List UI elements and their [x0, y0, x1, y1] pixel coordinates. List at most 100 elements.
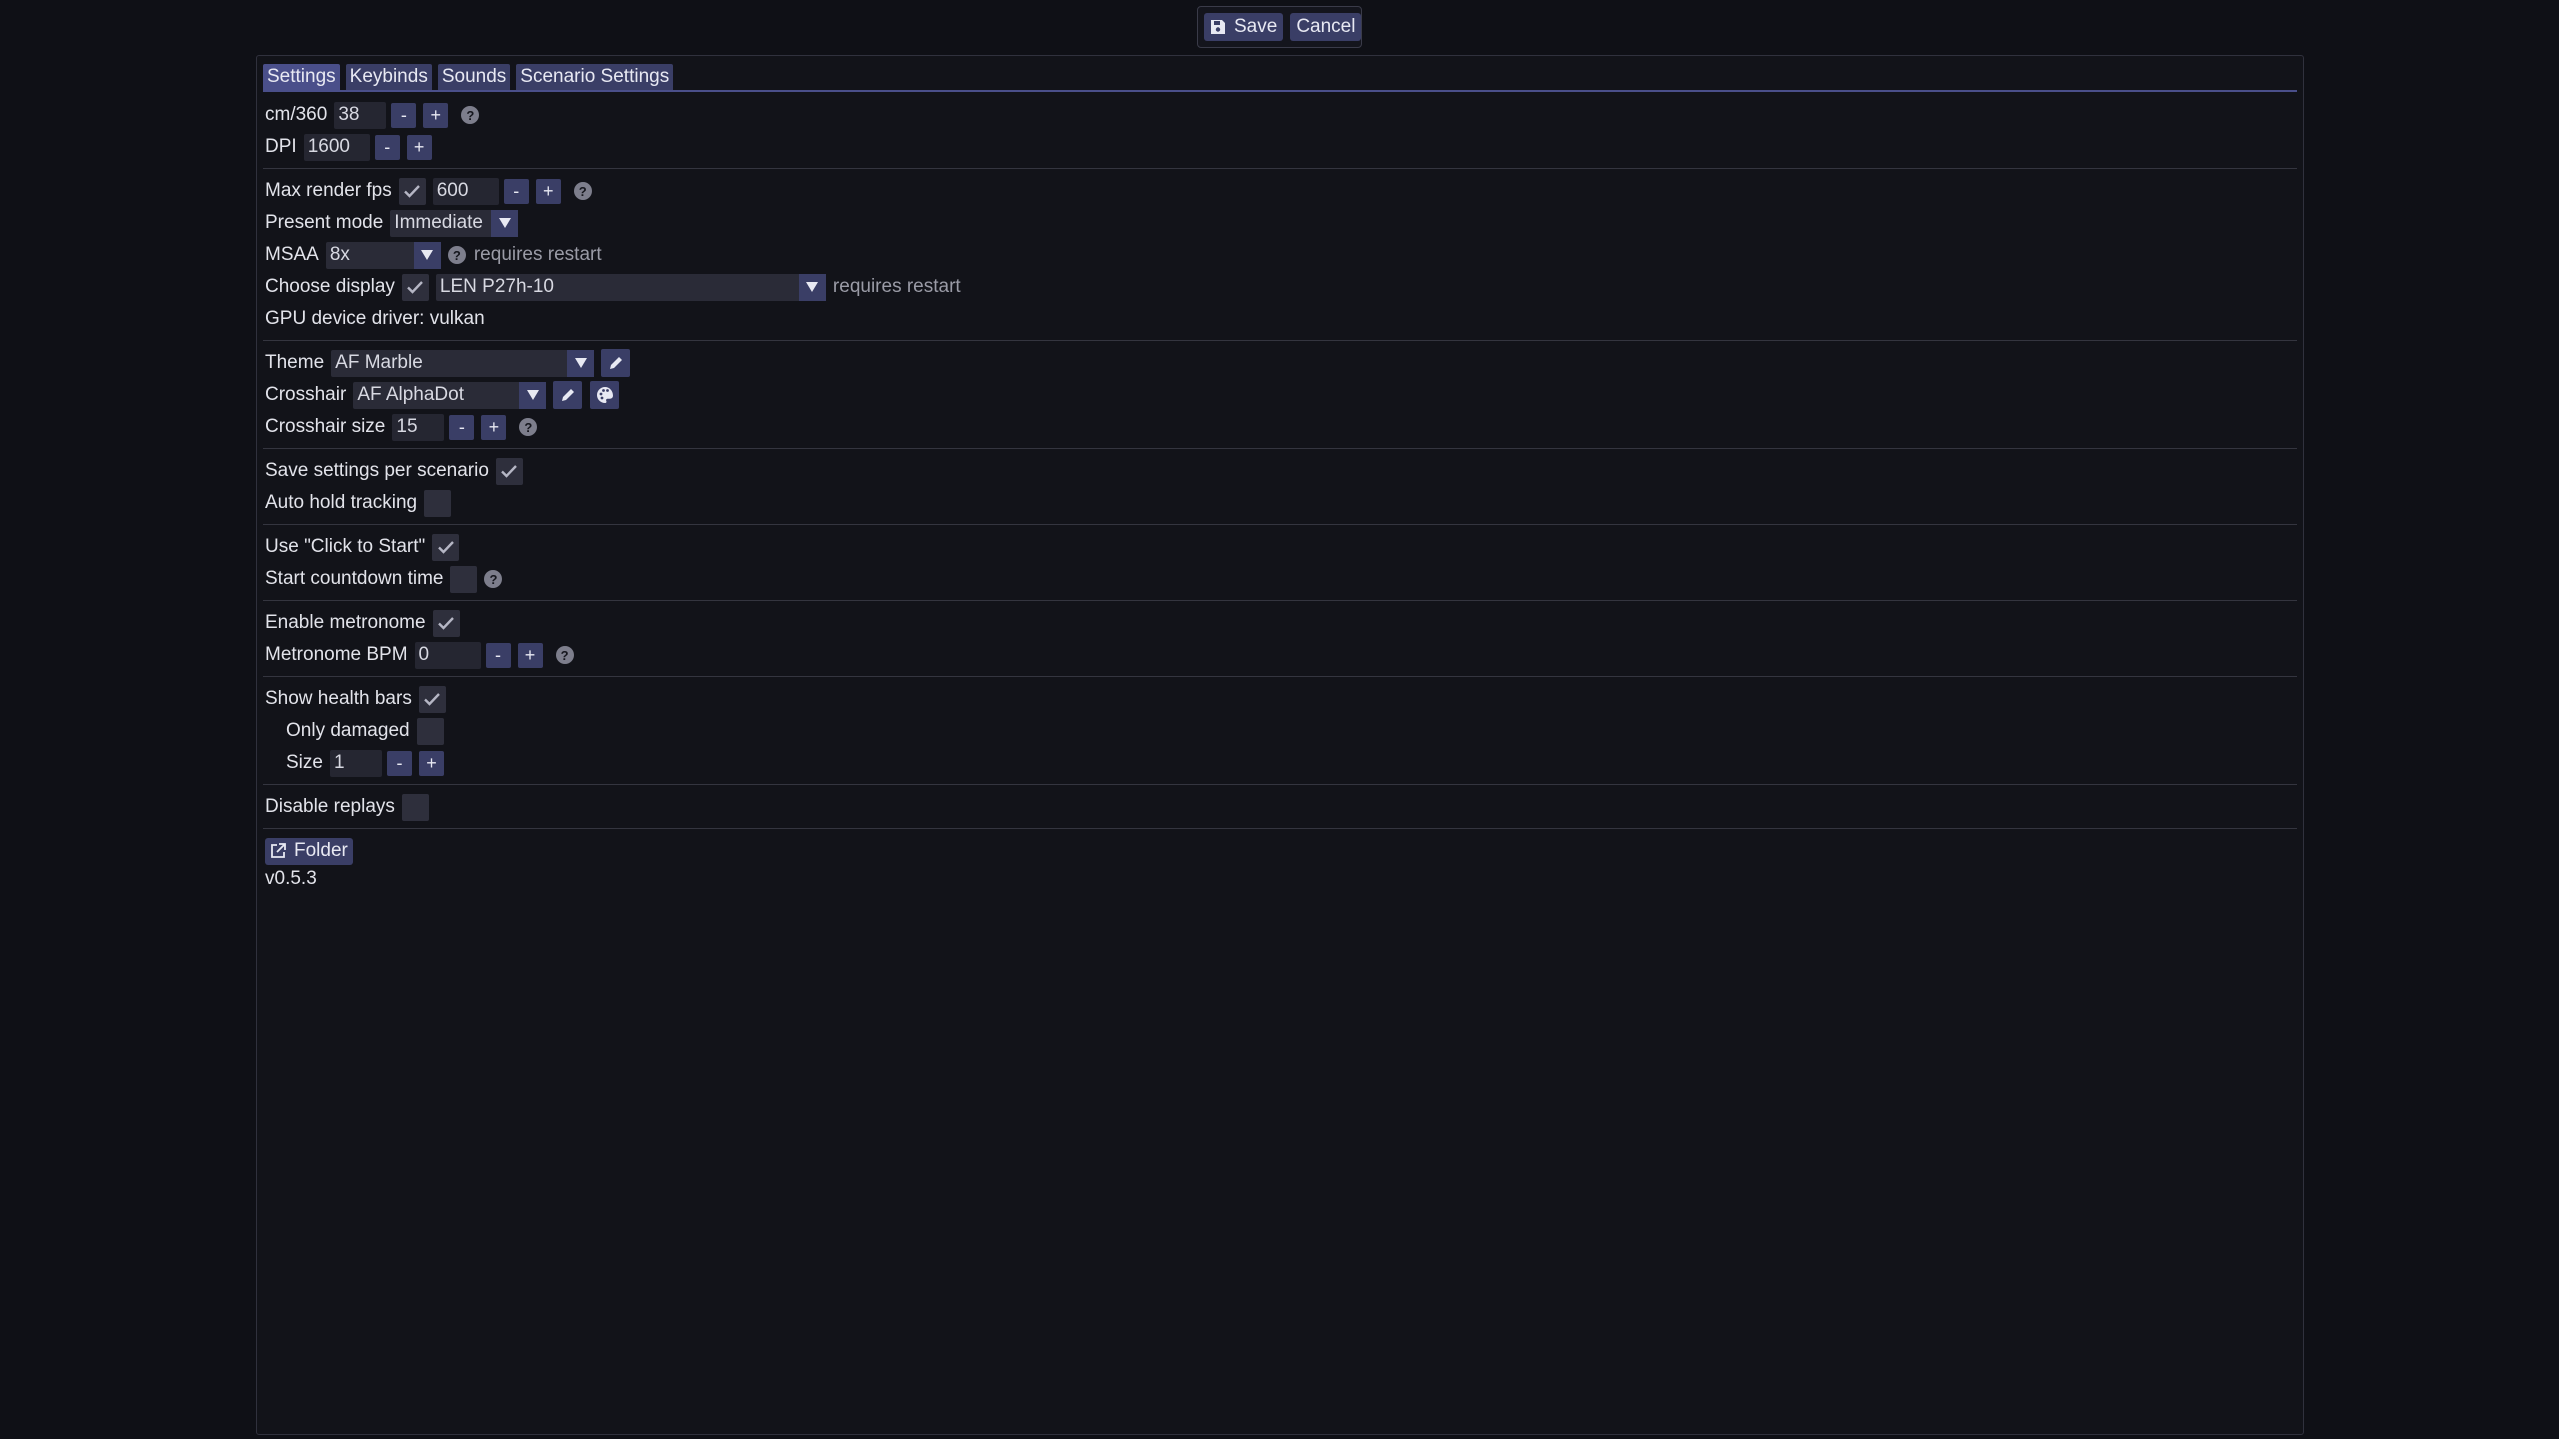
settings-panel: Settings Keybinds Sounds Scenario Settin… — [256, 55, 2304, 1435]
dpi-increment-button[interactable]: + — [406, 134, 432, 160]
metronome-bpm-label: Metronome BPM — [265, 644, 408, 665]
disable-replays-row: Disable replays — [265, 791, 2297, 823]
settings-content: cm/360 38 - + ? DPI 1600 - + Max render … — [263, 99, 2297, 891]
dropdown-arrow-icon — [413, 241, 441, 269]
checkmark-icon — [424, 693, 441, 706]
cm360-input[interactable]: 38 — [334, 101, 387, 129]
save-per-scenario-label: Save settings per scenario — [265, 460, 489, 481]
display-restart-note: requires restart — [832, 276, 961, 297]
choose-display-checkbox[interactable] — [401, 273, 429, 301]
cm360-help-icon[interactable]: ? — [461, 106, 480, 124]
divider — [263, 340, 2297, 341]
cm360-increment-button[interactable]: + — [423, 102, 449, 128]
dpi-row: DPI 1600 - + — [265, 131, 2297, 163]
crosshair-size-increment-button[interactable]: + — [481, 414, 507, 440]
metronome-checkbox[interactable] — [432, 609, 460, 637]
max-fps-input[interactable]: 600 — [432, 177, 499, 205]
metronome-bpm-row: Metronome BPM 0 - + ? — [265, 639, 2297, 671]
display-select[interactable]: LEN P27h-10 — [435, 273, 826, 301]
open-folder-button[interactable]: Folder — [265, 837, 353, 865]
auto-hold-checkbox[interactable] — [424, 489, 452, 517]
max-fps-increment-button[interactable]: + — [535, 178, 561, 204]
dropdown-arrow-icon — [798, 273, 826, 301]
crosshair-size-decrement-button[interactable]: - — [449, 414, 475, 440]
msaa-row: MSAA 8x ? requires restart — [265, 239, 2297, 271]
countdown-checkbox[interactable] — [450, 565, 478, 593]
health-bars-checkbox[interactable] — [418, 685, 446, 713]
msaa-value: 8x — [329, 244, 350, 265]
metronome-bpm-decrement-button[interactable]: - — [485, 642, 511, 668]
dpi-label: DPI — [265, 136, 297, 157]
disable-replays-checkbox[interactable] — [401, 793, 429, 821]
metronome-bpm-increment-button[interactable]: + — [517, 642, 543, 668]
health-size-increment-button[interactable]: + — [418, 750, 444, 776]
folder-row: Folder — [265, 835, 2297, 867]
crosshair-size-input[interactable]: 15 — [392, 413, 445, 441]
cm360-row: cm/360 38 - + ? — [265, 99, 2297, 131]
dpi-input[interactable]: 1600 — [303, 133, 370, 161]
choose-display-label: Choose display — [265, 276, 395, 297]
max-fps-help-icon[interactable]: ? — [573, 182, 592, 200]
tab-scenario-settings[interactable]: Scenario Settings — [516, 64, 674, 90]
crosshair-value: AF AlphaDot — [357, 384, 464, 405]
tab-settings[interactable]: Settings — [263, 64, 340, 90]
tab-bar: Settings Keybinds Sounds Scenario Settin… — [263, 64, 2297, 92]
tab-keybinds[interactable]: Keybinds — [345, 64, 432, 90]
msaa-select[interactable]: 8x — [325, 241, 441, 269]
display-value: LEN P27h-10 — [439, 276, 554, 297]
theme-select[interactable]: AF Marble — [331, 349, 595, 377]
theme-edit-button[interactable] — [601, 349, 631, 377]
divider — [263, 600, 2297, 601]
max-fps-decrement-button[interactable]: - — [503, 178, 529, 204]
max-fps-label: Max render fps — [265, 180, 392, 201]
present-mode-select[interactable]: Immediate — [390, 209, 519, 237]
msaa-help-icon[interactable]: ? — [447, 246, 466, 264]
gpu-driver-row: GPU device driver: vulkan — [265, 303, 2297, 335]
countdown-row: Start countdown time ? — [265, 563, 2297, 595]
metronome-label: Enable metronome — [265, 612, 426, 633]
crosshair-edit-button[interactable] — [553, 381, 583, 409]
theme-row: Theme AF Marble — [265, 347, 2297, 379]
health-size-input[interactable]: 1 — [329, 749, 382, 777]
version-text: v0.5.3 — [265, 868, 317, 889]
dpi-decrement-button[interactable]: - — [374, 134, 400, 160]
health-size-decrement-button[interactable]: - — [386, 750, 412, 776]
crosshair-label: Crosshair — [265, 384, 347, 405]
checkmark-icon — [404, 185, 421, 198]
health-bars-label: Show health bars — [265, 688, 412, 709]
health-size-row: Size 1 - + — [265, 747, 2297, 779]
metronome-bpm-help-icon[interactable]: ? — [555, 646, 574, 664]
version-row: v0.5.3 — [265, 867, 2297, 891]
choose-display-row: Choose display LEN P27h-10 requires rest… — [265, 271, 2297, 303]
cancel-button[interactable]: Cancel — [1290, 13, 1362, 41]
divider — [263, 676, 2297, 677]
disable-replays-label: Disable replays — [265, 796, 395, 817]
checkmark-icon — [437, 541, 454, 554]
tab-sounds[interactable]: Sounds — [437, 64, 511, 90]
theme-label: Theme — [265, 352, 325, 373]
crosshair-color-button[interactable] — [590, 381, 620, 409]
crosshair-select[interactable]: AF AlphaDot — [353, 381, 547, 409]
click-to-start-checkbox[interactable] — [432, 533, 460, 561]
countdown-help-icon[interactable]: ? — [484, 570, 503, 588]
folder-label: Folder — [294, 840, 348, 861]
only-damaged-row: Only damaged — [265, 715, 2297, 747]
external-link-icon — [270, 843, 286, 859]
cm360-decrement-button[interactable]: - — [391, 102, 417, 128]
countdown-label: Start countdown time — [265, 568, 444, 589]
save-button[interactable]: Save — [1204, 13, 1284, 41]
present-mode-row: Present mode Immediate — [265, 207, 2297, 239]
crosshair-size-help-icon[interactable]: ? — [519, 418, 538, 436]
palette-icon — [596, 387, 613, 403]
divider — [263, 168, 2297, 169]
divider — [263, 524, 2297, 525]
divider — [263, 784, 2297, 785]
metronome-bpm-input[interactable]: 0 — [414, 641, 481, 669]
checkmark-icon — [407, 281, 424, 294]
save-per-scenario-checkbox[interactable] — [495, 457, 523, 485]
only-damaged-checkbox[interactable] — [416, 717, 444, 745]
present-mode-label: Present mode — [265, 212, 384, 233]
auto-hold-row: Auto hold tracking — [265, 487, 2297, 519]
max-fps-checkbox[interactable] — [398, 177, 426, 205]
theme-value: AF Marble — [335, 352, 423, 373]
